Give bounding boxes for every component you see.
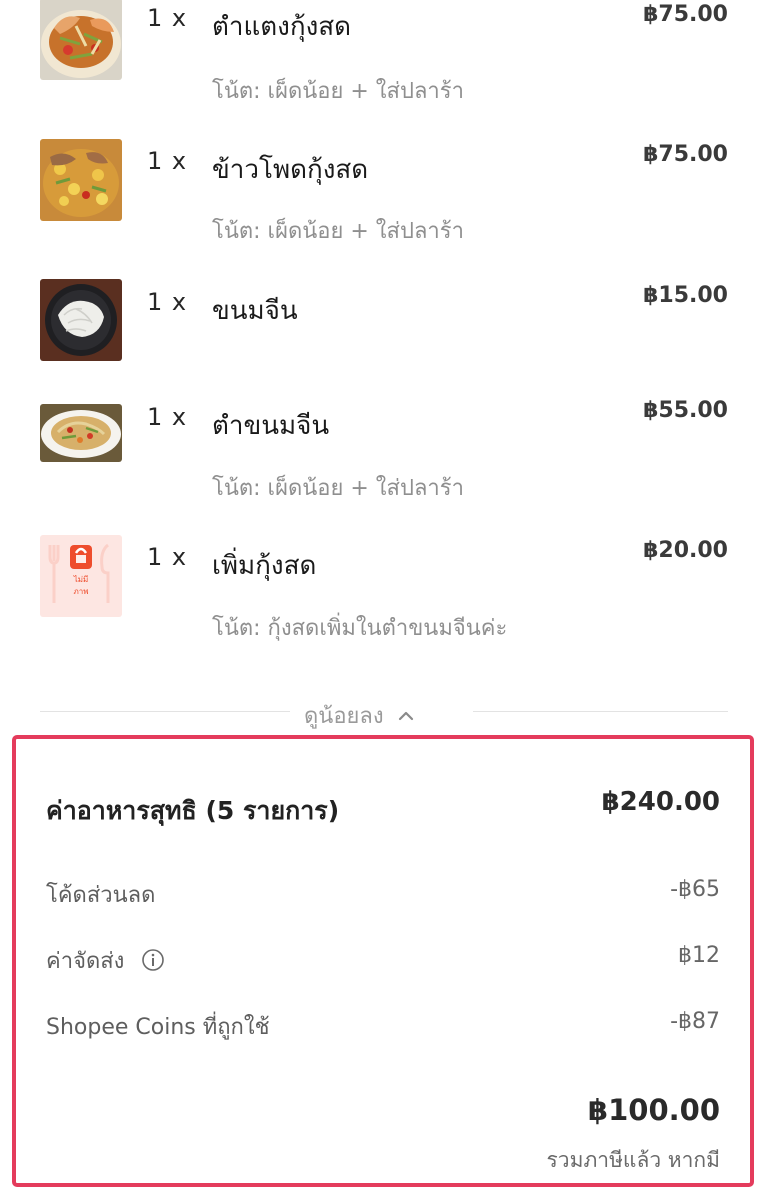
coins-label: Shopee Coins ที่ถูกใช้ (46, 1015, 270, 1040)
discount-label: โค้ดส่วนลด (46, 883, 156, 908)
item-quantity: 1 x (147, 147, 188, 175)
papaya-salad-shrimp-image (40, 0, 122, 80)
tax-note: รวมภาษีแล้ว หากมี (546, 1148, 720, 1172)
item-note: โน้ต: เผ็ดน้อย + ใส่ปลาร้า (212, 476, 464, 501)
coins-value: -฿87 (670, 1009, 720, 1034)
item-price: ฿75.00 (643, 142, 728, 167)
item-name: ขนมจีน (212, 296, 298, 326)
item-note: โน้ต: เผ็ดน้อย + ใส่ปลาร้า (212, 219, 464, 244)
noodle-papaya-salad-image (40, 404, 122, 462)
item-price: ฿75.00 (643, 2, 728, 27)
show-less-label: ดูน้อยลง (304, 704, 384, 729)
item-quantity: 1 x (147, 403, 188, 431)
item-name: ตำแตงกุ้งสด (212, 12, 352, 42)
item-name: เพิ่มกุ้งสด (212, 551, 317, 581)
placeholder-text-line2: ภาพ (73, 587, 89, 596)
rice-noodles-image (40, 279, 122, 361)
item-name: ตำขนมจีน (212, 411, 330, 441)
item-price: ฿20.00 (643, 538, 728, 563)
item-quantity: 1 x (147, 4, 188, 32)
item-note: โน้ต: กุ้งสดเพิ่มในตำขนมจีนค่ะ (212, 616, 508, 641)
divider-left (40, 711, 290, 712)
no-image-placeholder: ไม่มี ภาพ (40, 535, 122, 617)
payment-summary: ค่าอาหารสุทธิ (5 รายการ) ฿240.00 โค้ดส่ว… (12, 735, 754, 1187)
delivery-label: ค่าจัดส่ง (46, 949, 125, 974)
collapse-row: ดูน้อยลง (40, 698, 728, 733)
subtotal-label: ค่าอาหารสุทธิ (5 รายการ) (46, 796, 340, 825)
delivery-label-group: ค่าจัดส่ง (46, 943, 165, 978)
info-icon[interactable] (141, 948, 165, 972)
item-name: ข้าวโพดกุ้งสด (212, 155, 369, 185)
item-quantity: 1 x (147, 288, 188, 316)
show-less-button[interactable]: ดูน้อยลง (300, 698, 418, 733)
item-note: โน้ต: เผ็ดน้อย + ใส่ปลาร้า (212, 79, 464, 104)
corn-salad-shrimp-image (40, 139, 122, 221)
item-quantity: 1 x (147, 543, 188, 571)
item-price: ฿15.00 (643, 283, 728, 308)
divider-right (473, 711, 728, 712)
subtotal-value: ฿240.00 (601, 787, 720, 817)
discount-value: -฿65 (670, 877, 720, 902)
delivery-value: ฿12 (678, 943, 720, 968)
chevron-up-icon (398, 711, 413, 720)
total-value: ฿100.00 (587, 1093, 720, 1127)
item-price: ฿55.00 (643, 398, 728, 423)
